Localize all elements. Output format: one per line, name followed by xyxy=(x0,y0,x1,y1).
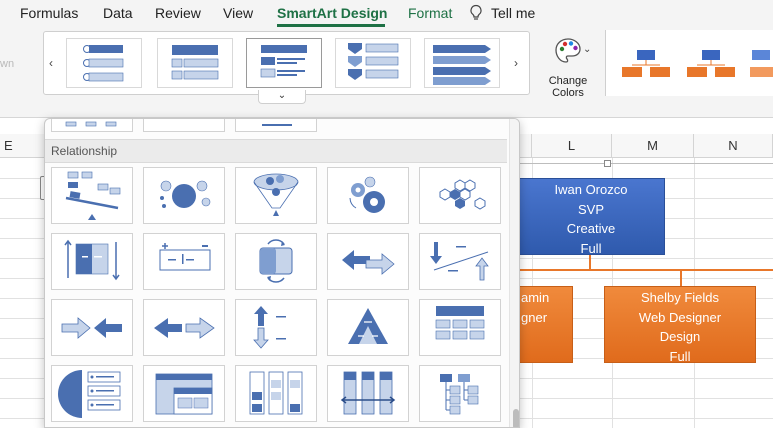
smartart-frame-edge xyxy=(520,163,773,164)
layout-item[interactable] xyxy=(143,119,225,132)
column-header-m[interactable]: M xyxy=(612,134,694,158)
palette-icon xyxy=(555,38,581,63)
gallery-scrollbar[interactable] xyxy=(509,119,519,427)
tab-view[interactable]: View xyxy=(223,5,253,21)
expand-gallery-button[interactable]: ⌄ xyxy=(258,90,306,104)
chevron-down-icon: ⌄ xyxy=(277,90,287,101)
tell-me-search[interactable]: Tell me xyxy=(491,5,535,21)
connector-line xyxy=(520,269,773,271)
column-header-l[interactable]: L xyxy=(532,134,612,158)
tab-formulas[interactable]: Formulas xyxy=(20,5,78,21)
layout-item-pyramid-triangles[interactable] xyxy=(327,299,409,356)
change-colors-label-line2: Colors xyxy=(552,87,584,99)
layouts-gallery: ‹ › xyxy=(43,31,530,95)
layout-item-plus-minus[interactable] xyxy=(143,233,225,290)
resize-handle[interactable] xyxy=(604,160,611,167)
layout-item-diverging-arrows[interactable] xyxy=(419,233,501,290)
org-node-top[interactable]: Iwan Orozco SVP Creative Full xyxy=(517,178,665,256)
node-text: amin xyxy=(521,290,550,305)
layout-item[interactable] xyxy=(51,119,133,132)
layout-item[interactable] xyxy=(235,119,317,132)
layout-thumb-arrow-list[interactable] xyxy=(424,38,500,88)
layout-item-balance[interactable] xyxy=(51,167,133,224)
layout-item-circle-relationship[interactable] xyxy=(143,167,225,224)
layout-item-gear[interactable] xyxy=(327,167,409,224)
tab-smartart-design[interactable]: SmartArt Design xyxy=(277,5,387,21)
layout-thumb-chevron-list[interactable] xyxy=(335,38,411,88)
layout-item-half-circle-list[interactable] xyxy=(51,365,133,422)
ribbon-tab-bar: Formulas Data Review View SmartArt Desig… xyxy=(0,0,773,28)
connector-line xyxy=(680,269,682,287)
column-header-e[interactable]: E xyxy=(0,134,45,158)
layout-item-funnel[interactable] xyxy=(235,167,317,224)
layout-item-opposing-arrows[interactable] xyxy=(327,233,409,290)
node-text: SVP xyxy=(577,201,604,217)
smartart-layout-gallery-panel: Relationship xyxy=(44,118,520,428)
node-text: Web Designer xyxy=(638,309,722,325)
column-header-partial[interactable] xyxy=(520,134,532,158)
layout-item-hexagon-cluster[interactable] xyxy=(419,167,501,224)
node-text: Iwan Orozco xyxy=(554,182,628,197)
ribbon: wn ‹ › ⌄ Change Colors ⌄ xyxy=(0,28,773,118)
smartart-styles-gallery xyxy=(605,30,773,96)
section-header-relationship: Relationship xyxy=(45,139,507,163)
lightbulb-icon xyxy=(470,4,482,20)
node-text: Design xyxy=(659,329,701,344)
change-colors-label-line1: Change xyxy=(548,75,588,87)
node-text: Full xyxy=(669,348,691,364)
faded-ribbon-label: wn xyxy=(0,58,15,70)
layout-item-stacked-columns[interactable] xyxy=(235,365,317,422)
node-text: Creative xyxy=(566,221,616,236)
layout-thumb-vertical-bullet[interactable] xyxy=(66,38,142,88)
tab-data[interactable]: Data xyxy=(103,5,133,21)
layout-thumb-stacked-list[interactable] xyxy=(157,38,233,88)
org-node-right[interactable]: Shelby Fields Web Designer Design Full xyxy=(604,286,756,364)
column-header-n[interactable]: N xyxy=(694,134,773,158)
node-text: gner xyxy=(521,309,548,325)
chevron-right-icon[interactable]: › xyxy=(514,56,518,70)
gallery-scrollbar-thumb[interactable] xyxy=(513,409,519,427)
layout-item-up-down-arrows[interactable] xyxy=(235,299,317,356)
tab-format[interactable]: Format xyxy=(408,5,452,21)
styles-preview[interactable] xyxy=(606,30,773,96)
node-text: Shelby Fields xyxy=(640,290,720,305)
active-tab-indicator xyxy=(277,24,385,27)
chevron-left-icon[interactable]: ‹ xyxy=(49,56,53,70)
layout-thumb-box-list[interactable] xyxy=(246,38,322,88)
node-text: Full xyxy=(580,240,602,256)
chevron-down-icon[interactable]: ⌄ xyxy=(583,44,591,55)
layout-item-counterbalance-arrows[interactable] xyxy=(51,233,133,290)
layout-item-diverging-horizontal-arrows[interactable] xyxy=(143,299,225,356)
layout-item-nested-table[interactable] xyxy=(143,365,225,422)
layout-item-table-list[interactable] xyxy=(419,299,501,356)
layout-item-bracket-columns[interactable] xyxy=(327,365,409,422)
tab-review[interactable]: Review xyxy=(155,5,201,21)
layout-item-converging-arrows[interactable] xyxy=(51,299,133,356)
layout-item-cycle-box[interactable] xyxy=(235,233,317,290)
layout-item-hierarchy-list[interactable] xyxy=(419,365,501,422)
